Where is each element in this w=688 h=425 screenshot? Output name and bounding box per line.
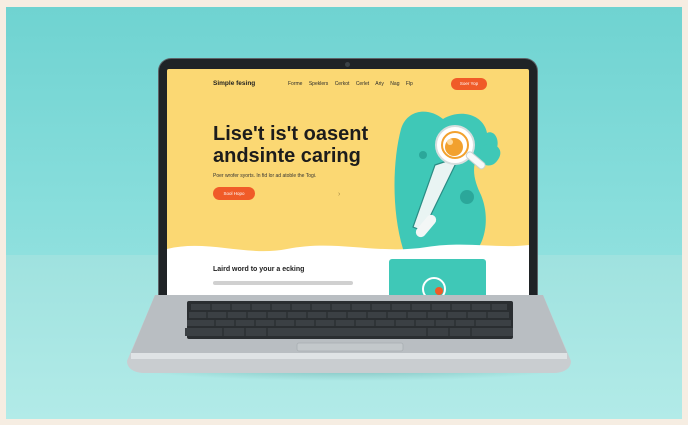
laptop-base [127, 295, 571, 373]
trackpad[interactable] [296, 342, 404, 352]
section-title: Laird word to your a ecking [213, 266, 305, 273]
laptop-lid: Simple fesing Forme Speklers Cerkot Cerl… [159, 59, 537, 307]
webcam [345, 62, 350, 67]
section-text-placeholder [213, 281, 353, 285]
scene-background: Simple fesing Forme Speklers Cerkot Cerl… [6, 7, 682, 419]
laptop-screen: Simple fesing Forme Speklers Cerkot Cerl… [167, 69, 529, 301]
